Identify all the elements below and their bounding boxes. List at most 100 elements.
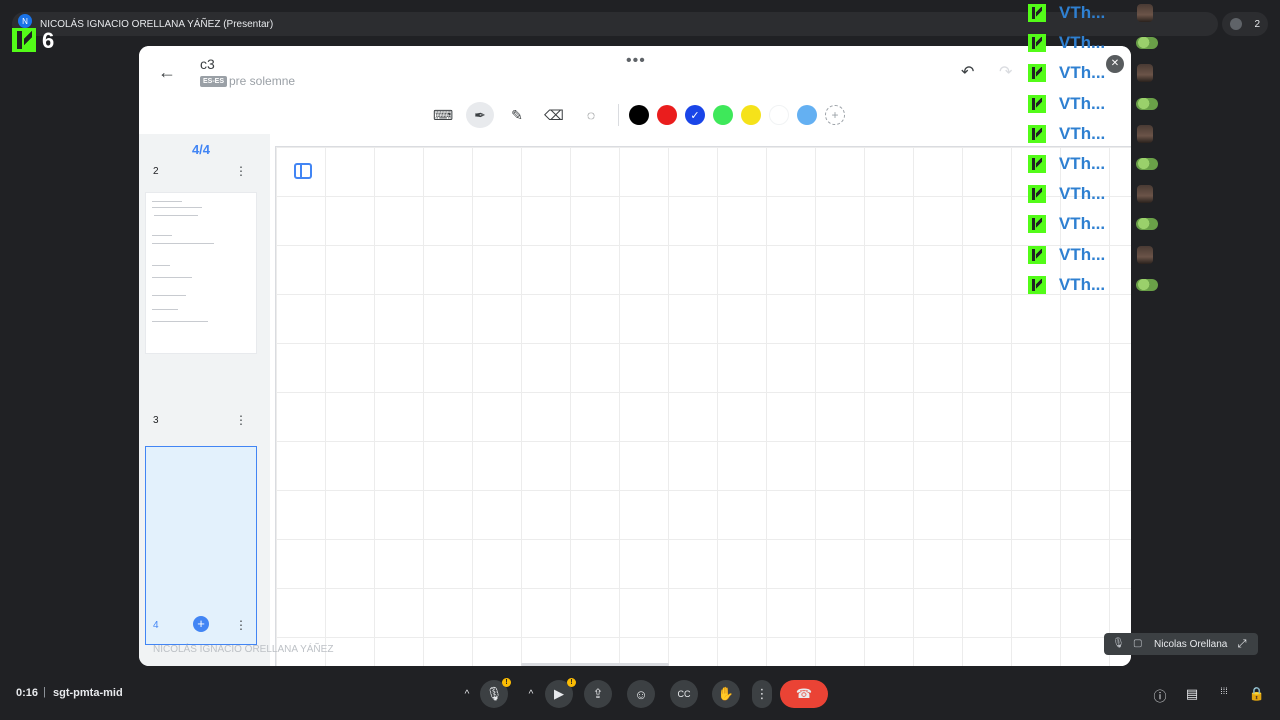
kick-badge-icon	[1028, 185, 1046, 204]
present-screen-icon: ⇪	[592, 686, 604, 701]
end-call-button[interactable]: ☎	[780, 680, 828, 708]
page-thumbnail-2[interactable]	[145, 192, 257, 354]
pages-sidebar: 4/4 2 ⋮ 3 ⋮ 4 ⋮ +	[139, 134, 270, 666]
chat-message-text: VTh...	[1058, 154, 1106, 173]
page-row-3[interactable]: 3 ⋮	[145, 409, 257, 431]
chat-message-text: VTh...	[1058, 214, 1106, 234]
language-tag: ES-ES	[200, 76, 228, 87]
color-swatch-light-blue[interactable]	[797, 105, 817, 125]
redo-icon[interactable]: ↷	[999, 62, 1012, 82]
highlighter-icon[interactable]: ✎	[503, 102, 531, 128]
chat-icon[interactable]: ▤	[1183, 686, 1201, 704]
participants-button[interactable]: 2	[1222, 12, 1268, 36]
kick-badge-icon	[1028, 275, 1046, 294]
page-counter: 4/4	[191, 142, 211, 157]
camera-off-icon: ▢	[1133, 638, 1143, 649]
expand-icon[interactable]: ⤢	[1234, 638, 1250, 651]
meeting-separator: |	[43, 686, 46, 698]
whiteboard-canvas[interactable]	[275, 146, 1131, 666]
raise-hand-button[interactable]: ✋	[712, 680, 740, 708]
lasso-icon[interactable]: ◌	[577, 102, 605, 128]
page-menu-icon[interactable]: ⋮	[235, 413, 247, 427]
info-icon[interactable]: ⓘ	[1151, 686, 1169, 704]
eraser-icon[interactable]: ⌫	[540, 102, 568, 128]
chat-message-text: VTh...	[1059, 123, 1106, 143]
kick-viewer-count: 6	[42, 28, 55, 53]
thumbnail-scribble	[152, 201, 182, 202]
undo-icon[interactable]: ↶	[961, 62, 974, 82]
host-controls-icon[interactable]: 🔒	[1248, 686, 1266, 704]
chat-message: VTh...	[1028, 123, 1158, 145]
mic-button[interactable]: 🎙!	[480, 678, 511, 708]
thumbnail-scribble	[152, 243, 214, 244]
chat-message: VTh...	[1028, 244, 1158, 266]
self-view-pill[interactable]: 🎙 ▢ Nicolas Orellana ⤢	[1104, 633, 1258, 655]
presenter-name-label: NICOLÁS IGNACIO ORELLANA YÁÑEZ	[153, 644, 334, 655]
color-swatch-green[interactable]	[713, 105, 733, 125]
chat-message: VTh...	[1028, 62, 1158, 84]
page-menu-icon[interactable]: ⋮	[235, 618, 247, 632]
kick-badge-icon	[1028, 4, 1046, 22]
thumbnail-scribble	[154, 215, 198, 216]
color-swatch-blue[interactable]: ✓	[685, 105, 705, 125]
page-number: 3	[153, 414, 159, 426]
toolbar-divider	[618, 104, 619, 126]
face-emote-icon	[1137, 245, 1153, 264]
thumbnail-scribble	[152, 235, 172, 236]
add-color-button[interactable]: +	[825, 105, 845, 125]
keyboard-icon[interactable]: ⌨	[429, 102, 457, 128]
back-arrow-icon[interactable]: ←	[157, 62, 177, 82]
page-number: 2	[153, 165, 159, 177]
camera-button[interactable]: ▶!	[545, 678, 576, 708]
page-row-2[interactable]: 2 ⋮	[145, 160, 257, 182]
frog-emote-icon	[1136, 278, 1158, 291]
horizontal-scrollbar[interactable]	[521, 663, 669, 666]
kick-logo-icon	[12, 28, 36, 52]
whiteboard-menu-button[interactable]: •••	[626, 52, 646, 70]
chat-message: VTh...	[1028, 213, 1158, 235]
color-swatch-yellow[interactable]	[741, 105, 761, 125]
presenter-avatar: N	[18, 14, 32, 28]
frog-emote-icon	[1136, 158, 1158, 170]
kick-badge-icon	[1028, 34, 1046, 53]
captions-button[interactable]: CC	[670, 680, 698, 708]
thumbnail-scribble	[152, 309, 178, 310]
mic-options-chevron[interactable]: ^	[456, 680, 478, 708]
chat-message-text: VTh...	[1059, 184, 1106, 204]
chat-message: VTh...	[1028, 274, 1158, 296]
participant-avatar-icon	[1230, 18, 1242, 30]
chat-message-text: VTh...	[1058, 33, 1106, 53]
chat-message-text: VTh...	[1059, 244, 1106, 264]
add-page-button[interactable]: +	[193, 616, 209, 632]
camera-icon: ▶	[554, 686, 564, 701]
self-view-name: Nicolas Orellana	[1154, 638, 1228, 650]
chat-message-text: VTh...	[1059, 3, 1106, 22]
sidebar-toggle-icon[interactable]	[294, 163, 312, 179]
kick-badge-icon	[1028, 245, 1046, 264]
pen-icon[interactable]: ✒	[466, 102, 494, 128]
chat-message: VTh...	[1028, 153, 1158, 175]
reactions-button[interactable]: ☺	[627, 680, 655, 708]
hang-up-icon: ☎	[795, 686, 813, 701]
activities-icon[interactable]: ⁞⁞⁞	[1215, 686, 1233, 704]
face-emote-icon	[1137, 124, 1153, 143]
whiteboard-title: c3	[200, 56, 215, 72]
more-vert-icon: ⋮	[755, 686, 769, 701]
participants-count: 2	[1254, 18, 1260, 30]
face-emote-icon	[1137, 185, 1153, 204]
color-swatch-white[interactable]	[769, 105, 789, 125]
chat-message: VTh...	[1028, 2, 1158, 24]
more-options-button[interactable]: ⋮	[752, 680, 772, 708]
camera-options-chevron[interactable]: ^	[520, 680, 542, 708]
presenter-label: NICOLÁS IGNACIO ORELLANA YÁÑEZ (Presenta…	[40, 18, 274, 30]
kick-badge-icon	[1028, 64, 1046, 83]
color-swatch-black[interactable]	[629, 105, 649, 125]
thumbnail-scribble	[152, 295, 186, 296]
meeting-time: 0:16	[16, 687, 39, 699]
present-button[interactable]: ⇪	[584, 680, 612, 708]
color-swatch-red[interactable]	[657, 105, 677, 125]
thumbnail-scribble	[152, 207, 202, 208]
chat-message: VTh...	[1028, 183, 1158, 205]
mic-muted-icon: ✕	[1106, 55, 1124, 73]
page-menu-icon[interactable]: ⋮	[235, 164, 247, 178]
